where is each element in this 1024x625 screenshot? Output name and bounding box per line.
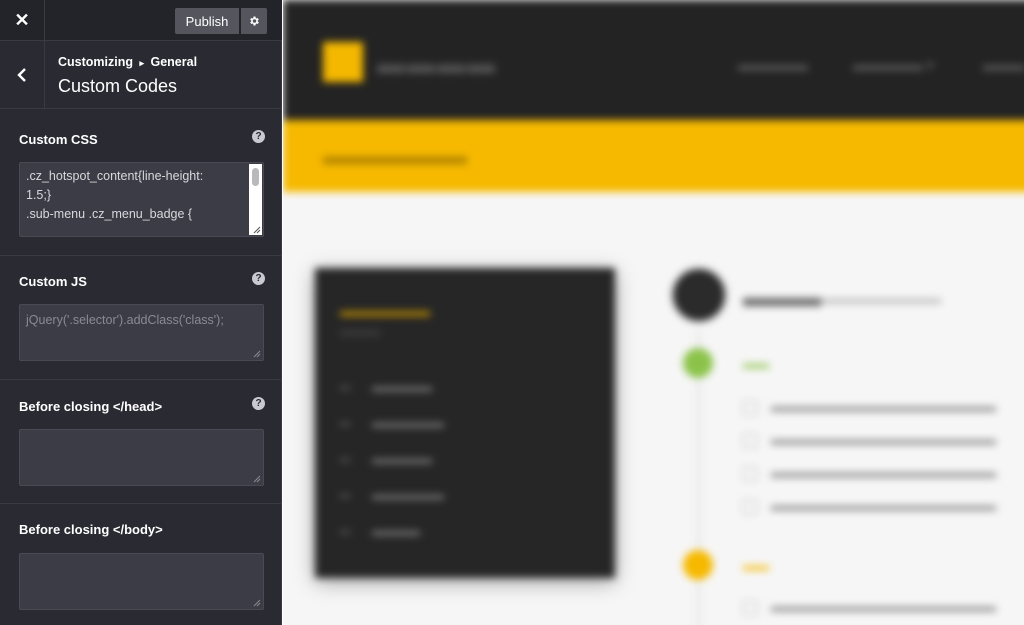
preview-menu-item: ▬▬▬▬▬ ▾ (853, 57, 934, 73)
preview-card-item: ▬▬▬▬ (340, 524, 420, 538)
publish-settings-button[interactable] (241, 8, 267, 34)
preview-timeline-dot (683, 550, 713, 580)
preview-card-item: ▬▬▬▬▬▬ (340, 488, 444, 502)
help-icon[interactable]: ? (252, 397, 265, 410)
preview-band-title: ▬▬▬▬▬▬ (323, 143, 467, 170)
section-header: Customizing ▸ General Custom Codes (0, 41, 282, 109)
custom-js-label: Custom JS (19, 274, 87, 289)
before-body-textarea[interactable] (19, 553, 264, 610)
preview-timeline-dot (683, 348, 713, 378)
preview-card-item: ▬▬▬▬▬ (340, 380, 432, 394)
publish-button[interactable]: Publish (175, 8, 239, 34)
breadcrumb-parent: Customizing (58, 55, 133, 69)
customizer-sidebar: ✕ Publish Customizing ▸ General Custom C… (0, 0, 282, 625)
custom-js-placeholder: jQuery('.selector').addClass('class'); (26, 313, 224, 327)
resize-handle-icon[interactable] (253, 350, 261, 358)
preview-menu-item: ▬▬▬▬▬ (738, 57, 808, 73)
custom-css-textarea[interactable]: .cz_hotspot_content{line-height: 1.5;} .… (19, 162, 264, 237)
breadcrumb: Customizing ▸ General (58, 55, 197, 69)
breadcrumb-current: General (150, 55, 198, 69)
css-code-line: .sub-menu .cz_menu_badge { (26, 207, 193, 221)
site-preview: ▬▬▬▬ ▬▬▬▬▬ ▬▬▬▬▬ ▾ ▬▬▬ ▬▬▬▬▬▬ ▬▬▬▬▬▬ ▬▬▬… (283, 0, 1024, 625)
chevron-left-icon (17, 67, 26, 82)
resize-handle-icon[interactable] (253, 599, 261, 607)
preview-tag: ▬▬ (743, 558, 769, 573)
section-title: Custom Codes (58, 76, 178, 96)
preview-avatar (670, 266, 728, 324)
close-icon: ✕ (14, 10, 30, 30)
preview-menu-item: ▬▬▬ (983, 57, 1024, 73)
back-button[interactable] (0, 41, 45, 108)
before-body-control: Before closing </body> (0, 504, 282, 625)
preview-logo-text: ▬▬▬▬ (377, 48, 497, 79)
preview-card-title: ▬▬▬▬▬▬ (340, 303, 430, 320)
before-head-control: Before closing </head> ? (0, 380, 282, 504)
preview-sidebar-card: ▬▬▬▬▬▬ ▬▬▬▬▬ ▬▬▬▬▬▬ ▬▬▬▬▬ ▬▬▬▬▬▬ ▬▬▬▬ (315, 268, 615, 578)
custom-js-textarea[interactable]: jQuery('.selector').addClass('class'); (19, 304, 264, 361)
preview-card-item: ▬▬▬▬▬ (340, 452, 432, 466)
preview-list-item: ▬▬▬▬▬▬▬▬▬▬▬▬▬▬▬▬▬▬ (743, 433, 996, 448)
preview-version: ▬▬▬ (743, 282, 821, 312)
preview-blurred-content: ▬▬▬▬ ▬▬▬▬▬ ▬▬▬▬▬ ▾ ▬▬▬ ▬▬▬▬▬▬ ▬▬▬▬▬▬ ▬▬▬… (283, 0, 1024, 625)
preview-date: ▬▬▬▬▬▬▬▬▬▬ (821, 292, 941, 306)
help-icon[interactable]: ? (252, 272, 265, 285)
preview-list-item: ▬▬▬▬▬▬▬▬▬▬▬▬▬▬▬▬▬▬ (743, 400, 996, 415)
before-head-label: Before closing </head> (19, 399, 163, 414)
scrollbar-thumb[interactable] (252, 168, 259, 186)
css-code-line: .cz_hotspot_content{line-height: (26, 169, 204, 183)
gear-icon (250, 16, 259, 26)
css-code-line: 1.5;} (26, 188, 52, 202)
textarea-scrollbar[interactable] (249, 164, 262, 235)
custom-css-label: Custom CSS (19, 132, 98, 147)
custom-css-control: Custom CSS ? .cz_hotspot_content{line-he… (0, 110, 282, 256)
before-body-label: Before closing </body> (19, 522, 163, 537)
preview-list-item: ▬▬▬▬▬▬▬▬▬▬▬▬▬▬▬▬▬▬ (743, 466, 996, 481)
custom-js-control: Custom JS ? jQuery('.selector').addClass… (0, 256, 282, 380)
resize-handle-icon[interactable] (253, 226, 261, 234)
preview-card-subtitle (340, 330, 380, 336)
preview-list-item: ▬▬▬▬▬▬▬▬▬▬▬▬▬▬▬▬▬▬ (743, 499, 996, 514)
customizer-toolbar: ✕ Publish (0, 0, 282, 41)
help-icon[interactable]: ? (252, 130, 265, 143)
preview-tag: ▬▬ (743, 356, 769, 371)
close-button[interactable]: ✕ (0, 0, 45, 41)
before-head-textarea[interactable] (19, 429, 264, 486)
preview-card-item: ▬▬▬▬▬▬ (340, 416, 444, 430)
resize-handle-icon[interactable] (253, 475, 261, 483)
preview-list-item: ▬▬▬▬▬▬▬▬▬▬▬▬▬▬▬▬▬▬ (743, 600, 996, 615)
breadcrumb-separator: ▸ (139, 58, 145, 68)
preview-logo-mark (323, 42, 363, 82)
